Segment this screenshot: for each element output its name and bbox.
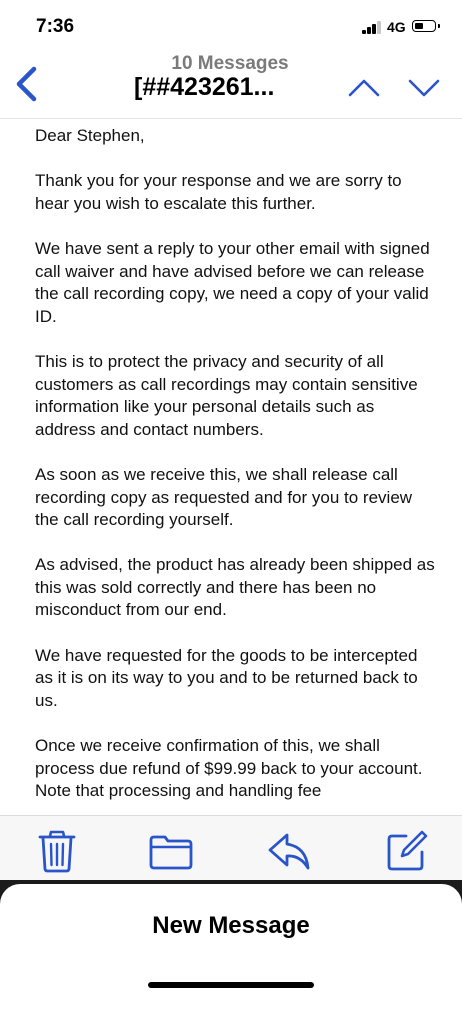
message-count: 10 Messages [171,53,289,74]
message-paragraph: Thank you for your response and we are s… [35,171,402,213]
folder-icon[interactable] [148,828,194,874]
battery-icon [412,20,440,32]
message-paragraph: As advised, the product has already been… [35,555,435,620]
compose-icon[interactable] [384,828,430,874]
new-message-title[interactable]: New Message [0,912,462,940]
status-bar: 7:36 4G [0,0,462,52]
back-chevron-icon[interactable] [8,62,44,106]
message-subject: [##423261... [134,73,275,101]
message-paragraph: Once we receive confirmation of this, we… [35,736,423,801]
new-message-sheet[interactable]: New Message [0,884,462,1014]
status-time: 7:36 [36,16,75,37]
message-nav-header: 10 Messages [##423261... [0,52,462,119]
message-paragraph: As soon as we receive this, we shall rel… [35,464,413,530]
message-paragraph: This is to protect the privacy and secur… [35,351,418,439]
trash-icon[interactable] [34,828,80,874]
next-message-chevron-icon[interactable] [404,76,444,100]
previous-message-chevron-icon[interactable] [344,76,384,100]
home-indicator[interactable] [148,982,314,988]
reply-icon[interactable] [266,828,312,874]
message-paragraph: We have sent a reply to your other email… [35,238,430,326]
cellular-signal-icon [362,21,382,34]
message-body: Dear Stephen, Thank you for your respons… [35,125,435,815]
message-paragraph: We have requested for the goods to be in… [35,645,418,710]
mail-screen: 7:36 4G 10 Messages [##423261... Dear St… [0,0,462,880]
message-toolbar [0,815,462,880]
network-type: 4G [387,19,406,35]
message-paragraph: Dear Stephen, [35,126,145,145]
